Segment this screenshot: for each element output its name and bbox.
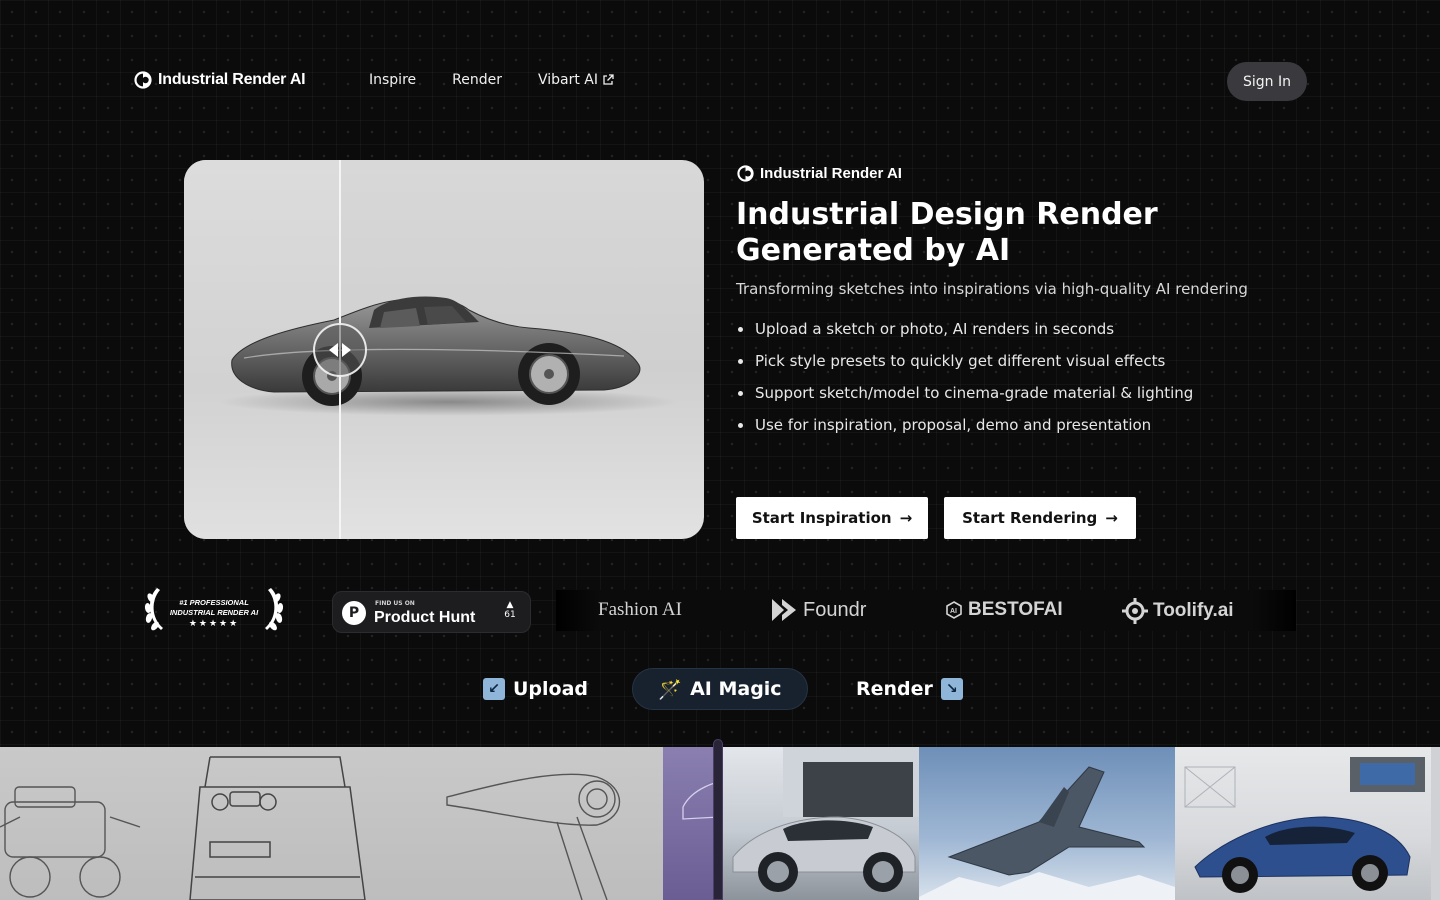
feature-item: Upload a sketch or photo, AI renders in …	[736, 319, 1193, 351]
nav-link-inspire[interactable]: Inspire	[369, 72, 416, 88]
gallery-sketch-hairdryer[interactable]	[407, 747, 663, 900]
hero-brand-text: Industrial Render AI	[760, 165, 902, 182]
feature-text: Pick style presets to quickly get differ…	[755, 352, 1166, 370]
logo-mark-icon	[134, 71, 152, 89]
magic-wand-icon: 🪄	[658, 678, 683, 701]
foundr-text: Foundr	[803, 598, 867, 621]
product-hunt-badge[interactable]: P FIND US ON Product Hunt ▲ 61	[332, 591, 531, 633]
sign-in-button[interactable]: Sign In	[1227, 62, 1307, 101]
start-inspiration-label: Start Inspiration	[751, 509, 892, 527]
feature-item: Use for inspiration, proposal, demo and …	[736, 415, 1193, 447]
bullet-icon	[738, 423, 743, 428]
gallery-render-jet[interactable]	[919, 747, 1175, 900]
award-line1: #1 PROFESSIONAL	[179, 598, 249, 607]
arrow-down-right-icon: ↘	[940, 678, 963, 700]
hero-title: Industrial Design Render Generated by AI	[736, 197, 1296, 269]
nav-links: Inspire Render Vibart AI	[369, 72, 614, 88]
feature-item: Pick style presets to quickly get differ…	[736, 351, 1193, 383]
gallery-sketch-car-partial[interactable]	[663, 747, 719, 900]
arrow-right-icon: →	[899, 509, 913, 527]
arrow-right-icon: →	[1105, 509, 1118, 527]
start-rendering-label: Start Rendering	[962, 509, 1098, 527]
step-upload[interactable]: ↙ Upload	[483, 668, 588, 710]
foundr-mark-icon	[772, 599, 796, 621]
ph-votes: ▲ 61	[503, 600, 517, 620]
nav-link-vibart[interactable]: Vibart AI	[538, 72, 614, 88]
gallery-sketch-vehicle[interactable]	[0, 747, 150, 900]
arrow-right-icon	[342, 343, 351, 357]
award-stars: ★★★★★	[188, 619, 240, 629]
car-render-image	[219, 296, 679, 416]
award-line2: INDUSTRIAL RENDER AI	[169, 608, 259, 617]
step-ai-magic-label: AI Magic	[690, 678, 782, 700]
feature-item: Support sketch/model to cinema-grade mat…	[736, 383, 1193, 415]
fashion-ai-logo[interactable]: Fashion AI	[598, 599, 682, 621]
bullet-icon	[738, 391, 743, 396]
toolify-text: Toolify.ai	[1153, 600, 1234, 621]
toolify-logo[interactable]: Toolify.ai	[1122, 598, 1234, 624]
hero-subtitle: Transforming sketches into inspirations …	[736, 280, 1248, 298]
process-steps: ↙ Upload 🪄 AI Magic Render ↘	[0, 668, 1440, 712]
ph-vote-count: 61	[504, 610, 516, 620]
logo-text: Industrial Render AI	[158, 71, 306, 88]
award-text: #1 PROFESSIONAL INDUSTRIAL RENDER AI	[163, 598, 265, 618]
feature-list: Upload a sketch or photo, AI renders in …	[736, 319, 1193, 447]
sketch-vehicle-image	[0, 786, 141, 898]
hero-title-line1: Industrial Design Render	[736, 197, 1158, 232]
nav-link-render[interactable]: Render	[452, 72, 502, 88]
bullet-icon	[738, 359, 743, 364]
foundr-logo[interactable]: Foundr	[770, 597, 866, 623]
product-hunt-logo-icon: P	[342, 601, 366, 625]
hero-brand: Industrial Render AI	[737, 165, 902, 182]
feature-text: Support sketch/model to cinema-grade mat…	[755, 384, 1194, 402]
ph-small-text: FIND US ON	[375, 600, 415, 607]
nav-link-vibart-label: Vibart AI	[537, 72, 599, 88]
compare-slider-handle[interactable]	[313, 323, 367, 377]
render-sportscar-image	[1184, 757, 1425, 893]
toolify-gear-icon	[1122, 598, 1148, 624]
bestofai-mark-icon: AI	[946, 601, 962, 619]
start-rendering-button[interactable]: Start Rendering →	[944, 497, 1136, 539]
feature-text: Use for inspiration, proposal, demo and …	[755, 416, 1152, 434]
svg-text:AI: AI	[950, 608, 957, 615]
gallery-edge	[1431, 747, 1440, 900]
feature-text: Upload a sketch or photo, AI renders in …	[755, 320, 1115, 338]
logo[interactable]: Industrial Render AI	[134, 71, 306, 89]
ph-big-text: Product Hunt	[374, 609, 476, 626]
render-jet-image	[919, 766, 1175, 900]
bestofai-logo[interactable]: AI BESTOFAI	[945, 599, 1063, 621]
step-ai-magic[interactable]: 🪄 AI Magic	[632, 668, 808, 710]
gallery-sketch-espresso[interactable]	[150, 747, 407, 900]
upvote-icon: ▲	[506, 600, 514, 610]
top-nav: Industrial Render AI Inspire Render Viba…	[0, 0, 1440, 160]
gallery-render-sportscar[interactable]	[1175, 747, 1431, 900]
arrow-left-icon	[329, 343, 338, 357]
start-inspiration-button[interactable]: Start Inspiration →	[736, 497, 928, 539]
hero-compare-image[interactable]	[184, 160, 704, 539]
render-sedan-image	[732, 747, 919, 892]
sketch-car-partial-image	[682, 781, 719, 820]
step-render[interactable]: Render ↘	[856, 668, 963, 710]
badges-row: #1 PROFESSIONAL INDUSTRIAL RENDER AI ★★★…	[0, 580, 1440, 640]
gallery-compare-slider[interactable]	[713, 739, 723, 900]
logo-mark-icon	[737, 165, 754, 182]
external-link-icon	[603, 74, 614, 85]
award-badge[interactable]: #1 PROFESSIONAL INDUSTRIAL RENDER AI ★★★…	[143, 584, 285, 636]
gallery-render-sedan[interactable]	[723, 747, 919, 900]
bullet-icon	[738, 327, 743, 332]
step-upload-label: Upload	[513, 678, 589, 700]
sketch-hairdryer-image	[446, 773, 621, 900]
step-render-label: Render	[856, 678, 933, 700]
fashion-ai-text: Fashion AI	[598, 599, 682, 620]
arrow-down-left-icon: ↙	[483, 678, 505, 700]
sketch-espresso-image	[189, 756, 366, 900]
bestofai-text: BESTOFAI	[968, 599, 1063, 620]
hero-title-line2: Generated by AI	[736, 233, 1011, 268]
